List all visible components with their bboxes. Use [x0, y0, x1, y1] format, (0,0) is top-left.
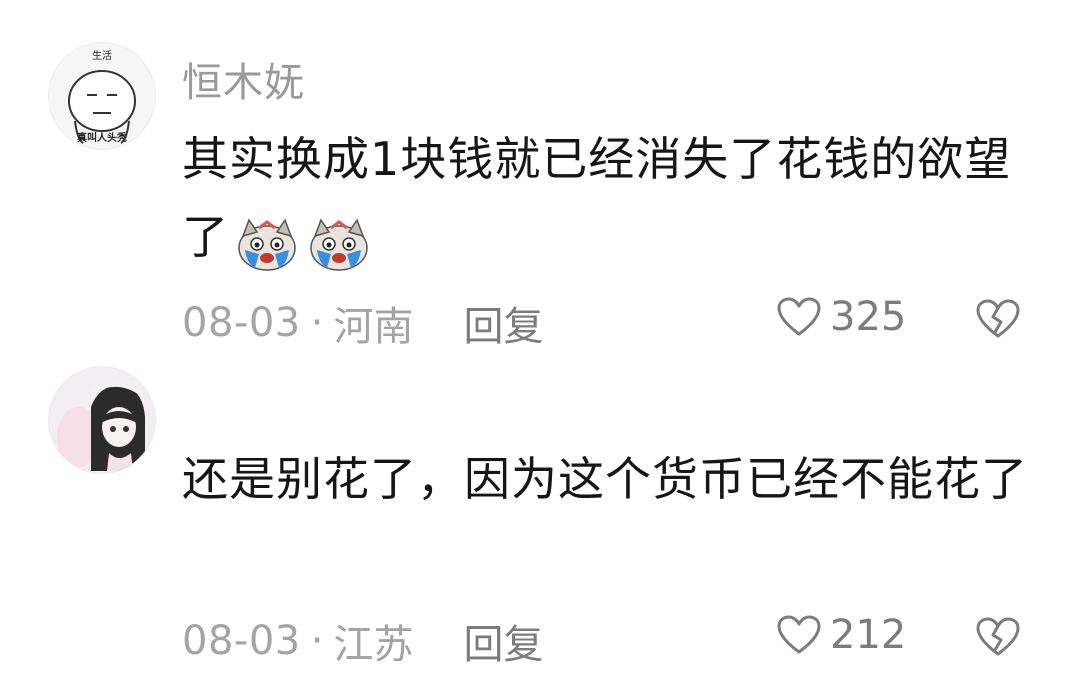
crying-cat-emoji [238, 218, 296, 271]
comment-location: 河南 [333, 304, 414, 350]
like-count: 212 [830, 612, 907, 658]
broken-heart-icon[interactable] [975, 616, 1021, 658]
reply-button[interactable]: 回复 [463, 294, 543, 352]
meta-separator: · [310, 300, 324, 346]
avatar-meme-image: 生活 真叫人头秃 [49, 43, 155, 149]
avatar[interactable]: 生活 真叫人头秃 [48, 42, 156, 150]
username[interactable]: 恒木妩 [182, 50, 305, 108]
reply-button[interactable]: 回复 [463, 612, 543, 670]
comment-date: 08-03 [182, 618, 301, 664]
comment-text: 还是别花了，因为这个货币已经不能花了 [182, 452, 1028, 506]
avatar-anime-girl-image [49, 367, 155, 473]
heart-icon [777, 615, 821, 654]
like-button[interactable]: 325 [776, 294, 906, 340]
svg-text:真叫人头秃: 真叫人头秃 [77, 131, 127, 144]
comment-item: 生活 真叫人头秃 恒木妩 其实换成1块钱就已经消失了花钱的欲望了 08-03 ·… [0, 0, 1080, 360]
comment-meta: 08-03 · 江苏 回复 [182, 612, 543, 670]
comment-meta: 08-03 · 河南 回复 [182, 294, 543, 352]
like-button[interactable]: 212 [776, 612, 906, 658]
emoji-group [235, 202, 379, 280]
meta-separator: · [310, 618, 324, 664]
heart-icon [777, 297, 821, 336]
comment-date: 08-03 [182, 300, 301, 346]
broken-heart-icon[interactable] [975, 298, 1021, 340]
svg-text:生活: 生活 [92, 49, 112, 62]
comment-text: 其实换成1块钱就已经消失了花钱的欲望了 [182, 120, 1042, 280]
crying-cat-emoji [310, 218, 368, 271]
like-count: 325 [830, 294, 907, 340]
avatar[interactable] [48, 366, 156, 474]
comment-location: 江苏 [333, 622, 414, 668]
